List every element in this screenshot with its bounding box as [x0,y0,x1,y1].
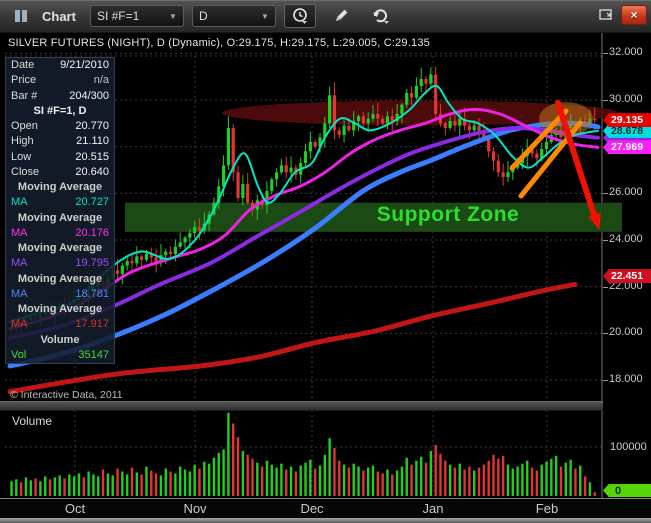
symbol-dropdown-value: SI #F=1 [96,9,140,23]
data-window-row: MA 17.917 [6,317,114,332]
data-window-value: 9/21/2010 [60,59,109,72]
price-badge: 22.451 [603,269,651,284]
data-window-row: Volume [40,333,80,346]
data-window-label: Open [11,120,38,133]
axis-tick-mark [603,333,608,335]
data-window-label: MA [11,196,28,209]
data-window-row: Date 9/21/2010 [6,58,114,73]
axis-tick-mark [603,100,608,101]
price-badge: 27.969 [603,140,651,155]
volume-series [10,412,596,496]
axis-tick-mark [603,380,608,381]
data-window-row: MA 20.727 [6,195,114,210]
data-window-row: Moving Average [17,242,103,255]
data-window-row: Open 20.770 [6,119,114,134]
data-window-label: Vol [11,348,27,361]
pencil-icon [335,9,348,22]
redo-arrow-icon [372,9,389,24]
data-window-value: 204/300 [69,89,109,102]
data-window-row: Moving Average [17,272,103,285]
data-window-value: 18.781 [75,287,109,300]
time-settings-button[interactable] [283,4,316,28]
interval-dropdown-value: D [198,9,208,23]
data-window-row: Moving Average [17,181,103,194]
data-window-label: MA [11,318,28,331]
copyright-text: © Interactive Data, 2011 [10,389,123,401]
data-window-row: MA 20.176 [6,226,114,241]
symbol-dropdown[interactable]: SI #F=1 ▼ [89,5,184,27]
data-window-value: 20.640 [75,165,109,178]
price-axis-tick: 32.000 [609,46,643,59]
close-window-button[interactable]: × [621,5,647,25]
data-window-value: 20.515 [75,150,109,163]
price-badge: 29.135 [603,113,651,128]
close-icon: × [630,8,638,22]
data-window-row: High 21.110 [6,134,114,149]
volume-zero-badge: 0 [603,484,651,497]
price-axis-tick: 26.000 [609,186,643,199]
draw-tool-button[interactable] [326,5,356,27]
month-label-oct: Oct [64,501,86,516]
symbol-header: SILVER FUTURES (NIGHT), D (Dynamic), O:2… [8,37,430,49]
data-window-label: MA [11,287,28,300]
data-window-row: MA 19.795 [6,256,114,271]
data-window-label: High [11,135,34,148]
price-axis-tick: 30.000 [609,93,643,105]
refresh-button[interactable] [366,5,396,27]
pane-splitter[interactable] [0,401,603,411]
data-window-value: 20.727 [75,196,109,209]
data-window-value: 35147 [78,348,109,361]
interval-dropdown[interactable]: D ▼ [191,5,276,27]
window-frame-bottom [0,518,651,523]
data-window-value: 19.795 [75,257,109,270]
axis-tick-mark [603,193,608,195]
restore-window-button[interactable] [595,5,617,23]
data-window-value: 21.110 [76,135,109,148]
chart-window: Chart SI #F=1 ▼ D ▼ × SILVER FUTURES (NI… [0,0,651,523]
volume-axis-tick: 100000 [610,441,647,453]
data-window[interactable]: Date 9/21/2010 Price n/a Bar # 204/300 SI #F=1… [5,57,115,364]
data-window-label: Low [11,150,32,163]
clock-icon [293,8,307,24]
data-window-row: MA 18.781 [6,287,114,302]
price-axis-tick: 20.000 [609,326,643,339]
month-label-jan: Jan [422,501,444,516]
data-window-label: Price [11,74,37,87]
axis-tick-mark [603,240,608,241]
channel-line-2[interactable] [518,120,583,199]
data-window-label: Close [11,165,40,178]
data-window-label: Bar # [11,89,38,102]
data-window-row: Moving Average [17,211,103,224]
data-window-row: Moving Average [17,303,103,316]
data-window-row: Low 20.515 [6,150,114,165]
month-label-feb: Feb [535,501,559,516]
data-window-row: Close 20.640 [6,165,114,180]
axis-tick-mark [603,286,608,288]
chart-panel-icon [6,5,36,27]
data-window-row: Price n/a [6,73,114,88]
data-window-label: MA [11,257,28,270]
volume-pane-label: Volume [12,414,53,428]
month-label-nov: Nov [183,501,207,516]
data-window-row: Vol 35147 [6,348,114,363]
axis-tick-mark [603,53,608,55]
data-window-label: Date [11,59,35,72]
data-window-value: 20.770 [75,120,109,133]
price-axis-tick: 24.000 [609,233,643,245]
month-label-dec: Dec [300,501,324,516]
restore-window-icon [599,9,612,20]
price-axis-tick: 18.000 [609,373,643,385]
data-window-row: SI #F=1, D [33,104,87,117]
data-window-value: n/a [93,74,109,87]
chevron-down-icon: ▼ [169,11,177,21]
data-window-label: MA [11,226,28,239]
app-title: Chart [42,8,76,24]
support-zone-label: Support Zone [376,203,520,226]
data-window-value: 17.917 [75,318,109,331]
time-axis[interactable]: Oct Nov Dec Jan Feb [0,498,651,518]
data-window-value: 20.176 [75,226,109,239]
data-window-row: Bar # 204/300 [6,89,114,104]
toolbar: Chart SI #F=1 ▼ D ▼ [0,0,651,33]
chevron-down-icon: ▼ [261,11,269,21]
